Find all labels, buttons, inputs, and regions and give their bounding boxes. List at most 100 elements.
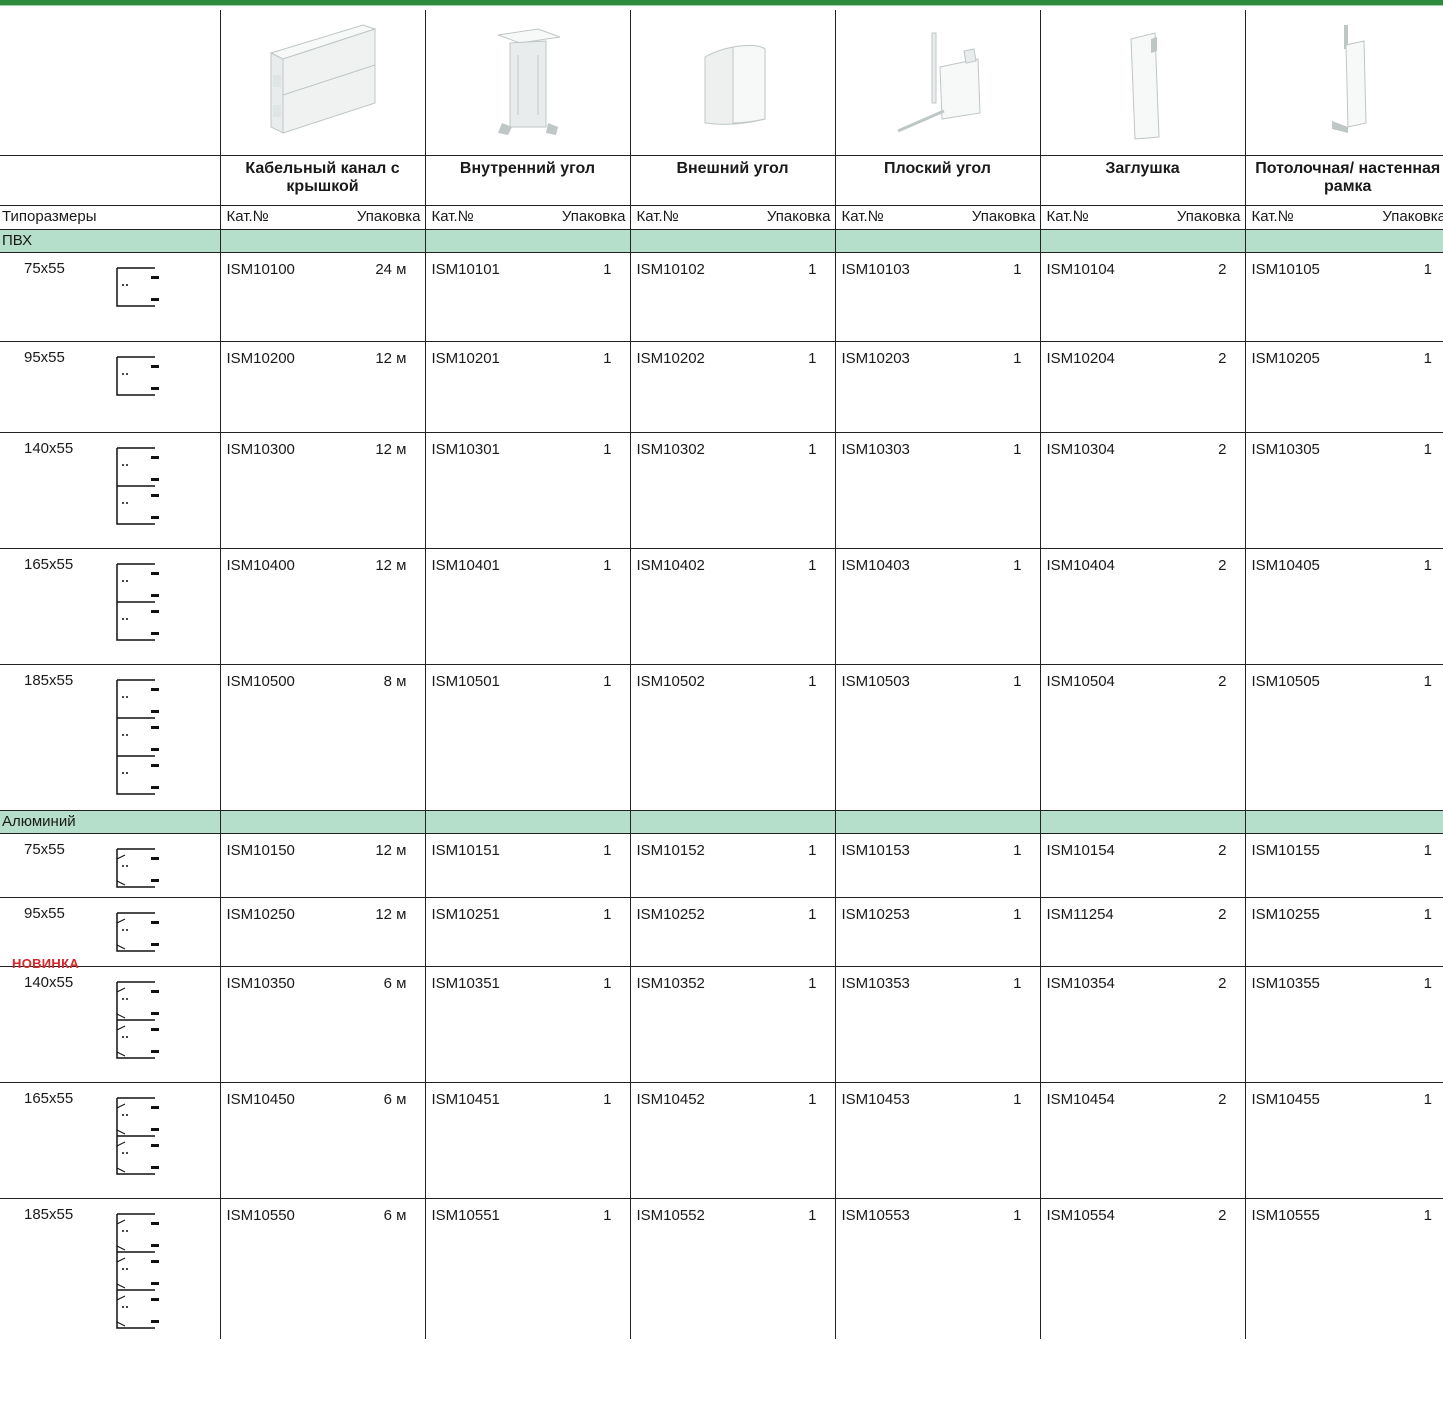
size-label: 75x55 [24, 841, 65, 858]
package-qty-text: 2 [1218, 673, 1227, 690]
package-qty: 1 [755, 664, 835, 811]
package-qty-text: 2 [1218, 350, 1227, 367]
package-qty-text: 1 [1013, 1091, 1022, 1108]
catalog-number: ISM10405 [1244, 548, 1370, 665]
section-title: Алюминий [0, 810, 220, 834]
package-qty: 1 [960, 548, 1040, 665]
size-cell: 140x55 [0, 966, 220, 1083]
package-qty-text: 1 [603, 261, 612, 278]
package-qty: 1 [550, 548, 630, 665]
profile-section-icon [116, 679, 159, 795]
catalog-number-text: ISM10155 [1251, 842, 1320, 859]
profile-section-icon [116, 563, 159, 641]
package-qty: 1 [550, 897, 630, 967]
package-qty: 2 [1165, 341, 1245, 433]
package-qty: 1 [1370, 833, 1443, 898]
catalog-number-text: ISM10400 [226, 557, 295, 574]
package-qty-text: 12 м [375, 557, 407, 574]
catalog-number-text: ISM10304 [1046, 441, 1115, 458]
catalog-number-text: ISM10305 [1251, 441, 1320, 458]
section-title-text: Алюминий [2, 813, 76, 830]
catalog-number: ISM10202 [629, 341, 755, 433]
pack-header: Упаковка [960, 205, 1040, 230]
section-title: ПВХ [0, 229, 220, 253]
package-qty-text: 1 [1423, 1091, 1432, 1108]
cat-header: Кат.№ [1039, 205, 1165, 230]
package-qty-text: 1 [1013, 350, 1022, 367]
catalog-number: ISM10503 [834, 664, 960, 811]
size-cell: 185x55 [0, 664, 220, 811]
size-label: 165x55 [24, 556, 74, 573]
section-fill-cell [1039, 810, 1245, 834]
package-qty: 1 [960, 664, 1040, 811]
package-qty-text: 2 [1218, 557, 1227, 574]
catalog-number-text: ISM10103 [841, 261, 910, 278]
package-qty-text: 1 [603, 557, 612, 574]
package-qty-text: 1 [808, 1091, 817, 1108]
pack-header: Упаковка [550, 205, 630, 230]
product-image-cell [1244, 10, 1443, 156]
top-accent-line [0, 5, 1443, 6]
catalog-number: ISM10200 [219, 341, 345, 433]
catalog-number: ISM10554 [1039, 1198, 1165, 1339]
catalog-number-text: ISM10352 [636, 975, 705, 992]
catalog-number-text: ISM10500 [226, 673, 295, 690]
package-qty-text: 6 м [383, 1207, 407, 1224]
catalog-number: ISM10253 [834, 897, 960, 967]
table-row: 165x55 ISM10450 6 м ISM10451 1 ISM10452 1 ISM10… [0, 1082, 1443, 1199]
size-label: 140x55 [24, 974, 74, 991]
package-qty: 1 [960, 252, 1040, 342]
catalog-number-text: ISM10354 [1046, 975, 1115, 992]
catalog-number: ISM10155 [1244, 833, 1370, 898]
catalog-number-text: ISM10404 [1046, 557, 1115, 574]
package-qty-text: 1 [1423, 557, 1432, 574]
catalog-number-text: ISM10455 [1251, 1091, 1320, 1108]
package-qty: 1 [755, 548, 835, 665]
catalog-number: ISM10101 [424, 252, 550, 342]
catalog-number: ISM10553 [834, 1198, 960, 1339]
package-qty: 1 [755, 252, 835, 342]
product-title: Внутренний угол [424, 155, 630, 206]
catalog-number-text: ISM10502 [636, 673, 705, 690]
package-qty: 6 м [345, 966, 425, 1083]
package-qty: 2 [1165, 966, 1245, 1083]
catalog-number: ISM10501 [424, 664, 550, 811]
catalog-number-text: ISM10555 [1251, 1207, 1320, 1224]
package-qty-text: 1 [808, 673, 817, 690]
product-image-cell [629, 10, 835, 156]
package-qty-text: 6 м [383, 975, 407, 992]
package-qty-text: 6 м [383, 1091, 407, 1108]
package-qty: 12 м [345, 548, 425, 665]
package-qty: 1 [1370, 966, 1443, 1083]
catalog-number-text: ISM10351 [431, 975, 500, 992]
catalog-number-text: ISM10255 [1251, 906, 1320, 923]
catalog-number-text: ISM10503 [841, 673, 910, 690]
package-qty: 12 м [345, 432, 425, 549]
profile-drawing [113, 561, 163, 648]
catalog-number-text: ISM10454 [1046, 1091, 1115, 1108]
package-qty: 6 м [345, 1082, 425, 1199]
size-label: 95x55 [24, 905, 65, 922]
catalog-number: ISM10303 [834, 432, 960, 549]
package-qty-text: 1 [808, 350, 817, 367]
size-cell: 95x55 НОВИНКА [0, 897, 220, 971]
package-qty: 1 [755, 966, 835, 1083]
table-row: 185x55 ISM10550 6 м ISM10551 1 ISM10552 1 ISM10… [0, 1198, 1443, 1339]
catalog-number-text: ISM10355 [1251, 975, 1320, 992]
package-qty: 1 [550, 341, 630, 433]
catalog-number: ISM10453 [834, 1082, 960, 1199]
package-qty: 2 [1165, 252, 1245, 342]
package-qty-text: 1 [603, 673, 612, 690]
catalog-number: ISM10350 [219, 966, 345, 1083]
package-qty: 2 [1165, 548, 1245, 665]
profile-section-icon [116, 447, 159, 525]
size-cell: 140x55 [0, 432, 220, 549]
package-qty-text: 12 м [375, 350, 407, 367]
product-image-cell [219, 10, 425, 156]
profile-section-icon [116, 356, 159, 396]
cat-header-label: Кат.№ [636, 208, 679, 225]
ceiling-wall-frame-image [1331, 25, 1367, 133]
size-cell: 165x55 [0, 1082, 220, 1199]
catalog-number-text: ISM10202 [636, 350, 705, 367]
catalog-number: ISM10502 [629, 664, 755, 811]
